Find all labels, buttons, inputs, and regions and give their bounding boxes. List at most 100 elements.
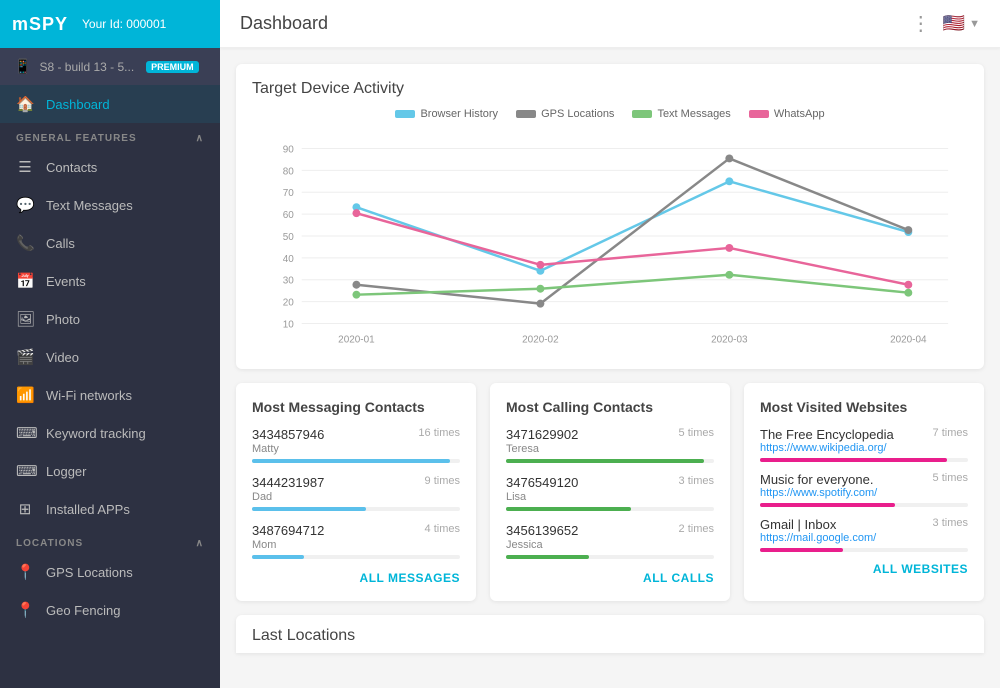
website-url-0[interactable]: https://www.wikipedia.org/ [760,442,894,454]
svg-text:80: 80 [283,166,295,177]
call-number-0: 3471629902 [506,427,578,442]
video-icon: 🎬 [16,348,34,366]
website-times-1: 5 times [933,472,968,484]
photo-label: Photo [46,312,80,327]
legend-text: Text Messages [632,108,730,120]
websites-title: Most Visited Websites [760,399,968,415]
content-area: Target Device Activity Browser History G… [220,48,1000,688]
dot-text-1 [536,285,544,293]
chart-legend: Browser History GPS Locations Text Messa… [252,108,968,120]
sidebar-item-calls[interactable]: 📞 Calls [0,224,220,262]
sidebar-dashboard-label: Dashboard [46,97,110,112]
svg-text:90: 90 [283,144,295,155]
svg-text:50: 50 [283,232,295,243]
messaging-title: Most Messaging Contacts [252,399,460,415]
geo-icon: 📍 [16,601,34,619]
messaging-contact-2: 3487694712 4 times Mom [252,523,460,559]
sidebar-item-photo[interactable]: 🖼 Photo [0,300,220,338]
gps-icon: 📍 [16,563,34,581]
svg-text:2020-01: 2020-01 [338,334,375,345]
topbar: Dashboard ⋮ 🇺🇸 ▼ [220,0,1000,48]
all-messages-link[interactable]: ALL MESSAGES [252,571,460,585]
more-options-icon[interactable]: ⋮ [911,11,933,36]
svg-text:2020-04: 2020-04 [890,334,927,345]
general-features-label: GENERAL FEATURES [16,133,137,144]
contact-times-2: 4 times [425,523,460,538]
device-bar: 📱 S8 - build 13 - 5... PREMIUM [0,48,220,85]
sidebar-item-wifi[interactable]: 📶 Wi-Fi networks [0,376,220,414]
legend-whatsapp-color [749,110,769,118]
call-name-1: Lisa [506,491,714,503]
website-progress-2 [760,548,843,552]
contacts-icon: ☰ [16,158,34,176]
user-id-label: Your Id: 000001 [82,17,166,31]
line-whatsapp [356,213,908,285]
call-number-2: 3456139652 [506,523,578,538]
logger-icon: ⌨ [16,462,34,480]
sidebar-item-installed-apps[interactable]: ⊞ Installed APPs [0,490,220,528]
sidebar-item-keyword[interactable]: ⌨ Keyword tracking [0,414,220,452]
calls-label: Calls [46,236,75,251]
svg-text:20: 20 [283,298,295,309]
sidebar-item-text-messages[interactable]: 💬 Text Messages [0,186,220,224]
svg-text:70: 70 [283,188,295,199]
website-title-0: The Free Encyclopedia [760,427,894,442]
dot-text-3 [904,289,912,297]
sidebar-item-contacts[interactable]: ☰ Contacts [0,148,220,186]
locations-header: LOCATIONS ∧ [0,528,220,553]
calling-card: Most Calling Contacts 3471629902 5 times… [490,383,730,601]
dot-whatsapp-2 [725,244,733,252]
topbar-actions: ⋮ 🇺🇸 ▼ [911,11,980,36]
website-progress-1 [760,503,895,507]
website-item-0: The Free Encyclopedia https://www.wikipe… [760,427,968,462]
text-messages-label: Text Messages [46,198,133,213]
all-websites-link[interactable]: ALL WEBSITES [760,562,968,576]
sidebar-item-gps[interactable]: 📍 GPS Locations [0,553,220,591]
messages-icon: 💬 [16,196,34,214]
stats-row: Most Messaging Contacts 3434857946 16 ti… [236,383,984,601]
contacts-label: Contacts [46,160,97,175]
all-calls-link[interactable]: ALL CALLS [506,571,714,585]
website-url-2[interactable]: https://mail.google.com/ [760,532,876,544]
sidebar-item-geo-fencing[interactable]: 📍 Geo Fencing [0,591,220,629]
home-icon: 🏠 [16,95,34,113]
contact-times-1: 9 times [425,475,460,490]
app-logo: mSPY [12,14,68,35]
sidebar-item-dashboard[interactable]: 🏠 Dashboard [0,85,220,123]
svg-text:10: 10 [283,320,295,331]
call-times-2: 2 times [679,523,714,538]
dot-text-0 [352,291,360,299]
legend-text-color [632,110,652,118]
progress-0 [252,459,450,463]
call-progress-2 [506,555,589,559]
events-icon: 📅 [16,272,34,290]
legend-gps-label: GPS Locations [541,108,614,120]
contact-number-0: 3434857946 [252,427,324,442]
messaging-contact-1: 3444231987 9 times Dad [252,475,460,511]
call-number-1: 3476549120 [506,475,578,490]
contact-number-1: 3444231987 [252,475,324,490]
call-progress-1 [506,507,631,511]
sidebar-item-events[interactable]: 📅 Events [0,262,220,300]
legend-browser: Browser History [395,108,498,120]
websites-card: Most Visited Websites The Free Encyclope… [744,383,984,601]
wifi-icon: 📶 [16,386,34,404]
calling-title: Most Calling Contacts [506,399,714,415]
activity-chart-card: Target Device Activity Browser History G… [236,64,984,369]
contact-name-1: Dad [252,491,460,503]
page-title: Dashboard [240,13,328,34]
calling-contact-2: 3456139652 2 times Jessica [506,523,714,559]
sidebar-item-video[interactable]: 🎬 Video [0,338,220,376]
call-times-0: 5 times [679,427,714,442]
website-url-1[interactable]: https://www.spotify.com/ [760,487,877,499]
language-selector[interactable]: 🇺🇸 ▼ [943,13,980,34]
calling-contact-1: 3476549120 3 times Lisa [506,475,714,511]
contact-number-2: 3487694712 [252,523,324,538]
dot-gps-3 [904,226,912,234]
website-title-1: Music for everyone. [760,472,877,487]
sidebar-item-logger[interactable]: ⌨ Logger [0,452,220,490]
legend-text-label: Text Messages [657,108,730,120]
device-name: S8 - build 13 - 5... [39,60,134,74]
keyword-icon: ⌨ [16,424,34,442]
legend-browser-label: Browser History [420,108,498,120]
